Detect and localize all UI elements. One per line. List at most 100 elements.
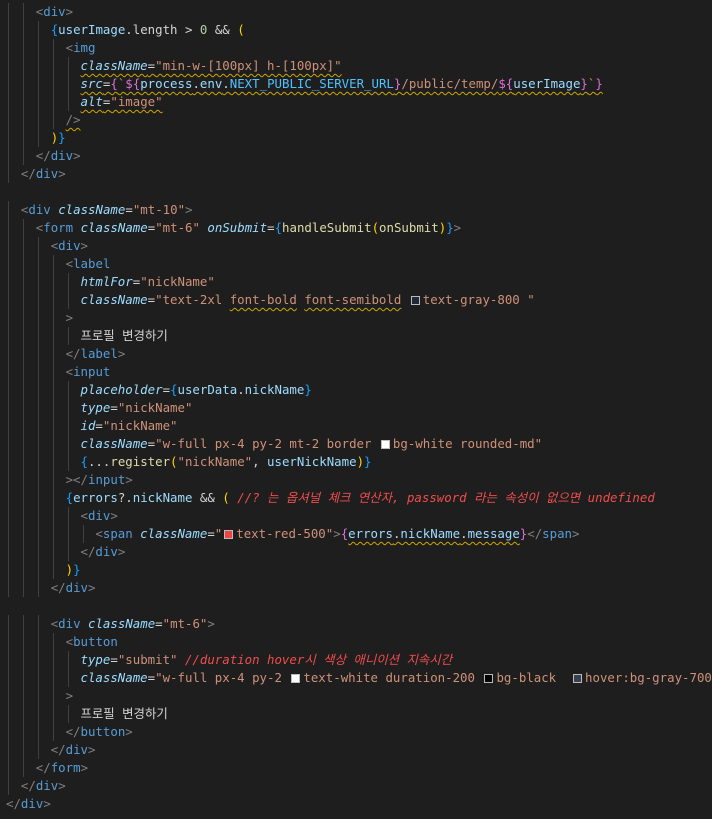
code-content: > xyxy=(66,687,73,705)
indent-guide xyxy=(37,489,39,507)
code-content: > xyxy=(66,309,73,327)
indent-guide xyxy=(8,525,9,543)
code-content: className="text-2xl font-bold font-semib… xyxy=(81,291,535,309)
color-swatch[interactable] xyxy=(484,674,494,683)
code-line: <form className="mt-6" onSubmit={handleS… xyxy=(0,219,712,237)
code-token: </ xyxy=(527,526,543,541)
code-token: onSubmit xyxy=(379,220,439,235)
code-token: ) xyxy=(356,454,365,469)
indent-guide xyxy=(67,273,69,291)
code-token: form xyxy=(43,220,74,235)
code-token: > xyxy=(65,310,74,325)
code-token: onSubmit xyxy=(207,220,268,235)
indent-guide xyxy=(8,507,9,525)
code-token: className xyxy=(80,220,148,235)
code-token: . xyxy=(237,382,245,397)
indent-guide xyxy=(52,669,54,687)
indent-guide xyxy=(8,399,9,417)
indent-guide xyxy=(22,453,24,471)
color-swatch[interactable] xyxy=(573,674,583,683)
indent-guide xyxy=(52,687,54,705)
indent-guide xyxy=(37,111,39,129)
code-token: className xyxy=(80,670,148,685)
indent-guide xyxy=(8,255,9,273)
code-line: )} xyxy=(0,561,712,579)
code-token: bg-white rounded-md" xyxy=(392,436,543,451)
code-token: } xyxy=(364,454,372,469)
indent-guide xyxy=(8,309,9,327)
code-token: handleSubmit xyxy=(282,220,372,235)
code-token: ( xyxy=(170,454,178,469)
code-token: bg-black xyxy=(496,670,572,685)
code-content: </div> xyxy=(21,165,66,183)
indent-guide xyxy=(22,291,24,309)
code-token: placeholder xyxy=(80,382,163,397)
color-swatch[interactable] xyxy=(410,296,420,305)
code-content: </label> xyxy=(66,345,126,363)
indent-guide xyxy=(52,633,54,651)
code-content: className="w-full px-4 py-2 mt-2 border … xyxy=(81,435,543,453)
code-token: className xyxy=(80,436,148,451)
code-token: div xyxy=(87,508,111,523)
indent-guide xyxy=(37,507,39,525)
code-token: { xyxy=(110,76,118,91)
code-token: > xyxy=(58,778,66,793)
color-swatch[interactable] xyxy=(380,440,390,449)
code-token: = xyxy=(162,382,171,397)
indent-guide xyxy=(8,147,9,165)
code-token: ></ xyxy=(65,472,88,487)
code-token: > xyxy=(125,472,133,487)
indent-guide xyxy=(37,57,39,75)
code-token: > xyxy=(65,688,74,703)
indent-guide xyxy=(37,75,39,93)
code-token: } xyxy=(580,76,588,91)
code-token: > xyxy=(88,580,96,595)
indent-guide xyxy=(67,525,69,543)
code-content: <label xyxy=(66,255,111,273)
code-line: <div> xyxy=(0,507,712,525)
indent-guide xyxy=(22,705,24,723)
code-line: 프로필 변경하기 xyxy=(0,327,712,345)
code-line: className="w-full px-4 py-2 mt-2 border … xyxy=(0,435,712,453)
indent-guide xyxy=(52,525,54,543)
indent-guide xyxy=(67,651,69,669)
code-token: ) xyxy=(65,562,74,577)
code-token: && xyxy=(192,490,223,505)
code-content: <div> xyxy=(36,3,73,21)
indent-guide xyxy=(37,543,39,561)
indent-guide xyxy=(37,633,39,651)
indent-guide xyxy=(52,309,54,327)
code-token: > xyxy=(117,346,126,361)
color-swatch[interactable] xyxy=(224,530,234,539)
indent-guide xyxy=(22,651,24,669)
code-line: > xyxy=(0,309,712,327)
code-token: div xyxy=(35,166,59,181)
code-content: )} xyxy=(51,129,66,147)
indent-guide xyxy=(8,381,9,399)
code-token: . xyxy=(192,76,200,91)
indent-guide xyxy=(52,399,54,417)
indent-guide xyxy=(8,21,9,39)
indent-guide xyxy=(8,345,9,363)
color-swatch[interactable] xyxy=(291,674,301,683)
code-token: > xyxy=(73,148,81,163)
code-line: <div className="mt-10"> xyxy=(0,201,712,219)
code-token: ?. xyxy=(117,490,133,505)
code-line: )} xyxy=(0,129,712,147)
code-token: alt xyxy=(80,94,103,109)
code-content: ></input> xyxy=(66,471,133,489)
code-line: htmlFor="nickName" xyxy=(0,273,712,291)
code-line: <div> xyxy=(0,237,712,255)
code-token: className xyxy=(80,292,148,307)
code-token: message xyxy=(467,526,520,541)
code-token: > xyxy=(80,760,89,775)
code-token: > xyxy=(65,4,74,19)
code-line: </div> xyxy=(0,543,712,561)
code-token: "w-full px-4 py-2 mt-2 border xyxy=(155,436,379,451)
indent-guide xyxy=(22,345,24,363)
code-line: </div> xyxy=(0,795,712,813)
code-line: </div> xyxy=(0,147,712,165)
code-line: </div> xyxy=(0,777,712,795)
code-editor[interactable]: <div> {userImage.length > 0 && (<img class… xyxy=(0,0,712,819)
